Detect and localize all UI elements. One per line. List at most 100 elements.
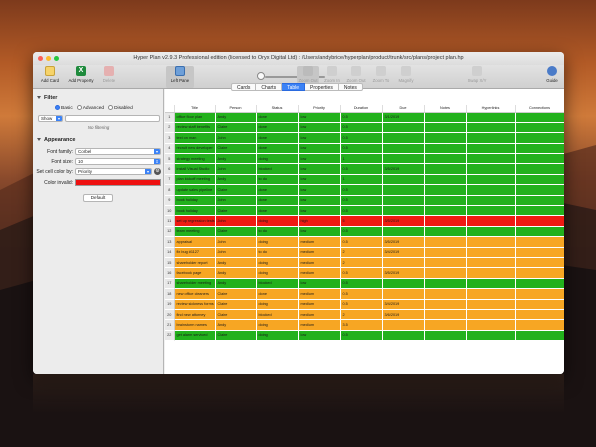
cell-due[interactable] <box>382 288 425 300</box>
cell-connections[interactable] <box>515 299 564 310</box>
cell-due[interactable] <box>382 122 425 134</box>
default-button[interactable]: Default <box>83 194 113 202</box>
table-row[interactable]: 11 set up regression tests John doing high 5 3… <box>165 215 564 227</box>
cell-hyperlinks[interactable] <box>466 174 516 186</box>
cell-status[interactable]: doing <box>256 257 299 269</box>
cell-hyperlinks[interactable] <box>466 153 516 165</box>
cell-notes[interactable] <box>424 226 467 238</box>
close-window-button[interactable] <box>38 56 43 61</box>
cell-status[interactable]: doing <box>256 267 299 279</box>
cell-person[interactable]: Andy <box>215 278 257 290</box>
zoom-out-alt-button[interactable]: Zoom Out <box>344 66 368 83</box>
cell-priority[interactable]: low <box>298 174 341 186</box>
cell-title[interactable]: text on man <box>174 132 216 144</box>
cell-status[interactable]: to do <box>256 174 299 186</box>
cell-connections[interactable] <box>515 267 564 279</box>
cell-hyperlinks[interactable] <box>466 247 516 258</box>
cell-notes[interactable] <box>424 205 467 217</box>
cell-duration[interactable]: 1 <box>340 174 383 186</box>
cell-title[interactable]: new office cleaners <box>174 288 216 300</box>
cell-person[interactable]: Claire <box>215 288 257 300</box>
cell-hyperlinks[interactable] <box>466 257 516 269</box>
cell-status[interactable]: done <box>256 112 299 123</box>
filter-show-select[interactable]: Show ▾ <box>38 115 63 122</box>
cell-notes[interactable] <box>424 288 467 300</box>
magnify-button[interactable]: Magnify <box>395 66 417 83</box>
zoom-window-button[interactable] <box>54 56 59 61</box>
cell-title[interactable]: book holiday <box>174 205 216 217</box>
cell-status[interactable]: done <box>256 195 299 207</box>
table-row[interactable]: 20 find new attorney Claire blocked medium 2 3… <box>165 309 564 321</box>
cell-person[interactable]: John <box>215 215 257 227</box>
filter-mode-advanced[interactable]: Advanced <box>76 105 104 111</box>
cell-notes[interactable] <box>424 163 467 175</box>
cell-due[interactable] <box>382 278 425 290</box>
filter-text-input[interactable] <box>65 115 160 122</box>
cell-hyperlinks[interactable] <box>466 112 516 123</box>
tab-properties[interactable]: Properties <box>305 83 339 91</box>
cell-priority[interactable]: medium <box>298 319 341 331</box>
cell-notes[interactable] <box>424 215 467 227</box>
cell-duration[interactable]: 2 <box>340 309 383 321</box>
guide-button[interactable]: Guide <box>542 66 562 83</box>
cell-title[interactable]: team meeting <box>174 226 216 238</box>
cell-person[interactable]: Claire <box>215 122 257 134</box>
minimize-window-button[interactable] <box>46 56 51 61</box>
filter-mode-disabled[interactable]: Disabled <box>108 105 133 111</box>
cell-notes[interactable] <box>424 257 467 269</box>
cell-due[interactable]: 3/5/2019 <box>382 163 425 175</box>
cell-priority[interactable]: low <box>298 112 341 123</box>
cell-duration[interactable]: 0.5 <box>340 122 383 134</box>
tab-cards[interactable]: Cards <box>231 83 257 91</box>
column-header[interactable]: Duration <box>340 105 383 113</box>
cell-title[interactable]: fix bug #1127 <box>174 247 216 258</box>
cell-person[interactable]: Claire <box>215 143 257 155</box>
cell-duration[interactable]: 0.5 <box>340 143 383 155</box>
cell-duration[interactable]: 0.5 <box>340 163 383 175</box>
cell-priority[interactable]: low <box>298 195 341 207</box>
cell-person[interactable]: Claire <box>215 309 257 321</box>
cell-status[interactable]: done <box>256 132 299 144</box>
cell-connections[interactable] <box>515 163 564 175</box>
cell-due[interactable]: 3/4/2019 <box>382 247 425 258</box>
cell-due[interactable] <box>382 195 425 207</box>
left-pane-button[interactable]: Left Pane <box>166 66 194 88</box>
cell-hyperlinks[interactable] <box>466 215 516 227</box>
cell-priority[interactable]: medium <box>298 247 341 258</box>
cell-connections[interactable] <box>515 215 564 227</box>
cell-notes[interactable] <box>424 174 467 186</box>
cell-status[interactable]: doing <box>256 153 299 165</box>
cell-connections[interactable] <box>515 319 564 331</box>
cell-connections[interactable] <box>515 247 564 258</box>
cell-priority[interactable]: low <box>298 143 341 155</box>
cell-priority[interactable]: low <box>298 330 341 342</box>
cell-title[interactable]: brainstorm names <box>174 319 216 331</box>
cell-hyperlinks[interactable] <box>466 184 516 196</box>
cell-connections[interactable] <box>515 112 564 123</box>
cell-duration[interactable]: 1 <box>340 153 383 165</box>
cell-due[interactable] <box>382 184 425 196</box>
cell-connections[interactable] <box>515 143 564 155</box>
zoom-to-button[interactable]: Zoom To <box>370 66 392 83</box>
table-row[interactable]: 3 text on man John done low 0.5 <box>165 132 564 144</box>
cell-person[interactable]: Claire <box>215 226 257 238</box>
cell-due[interactable] <box>382 132 425 144</box>
cell-title[interactable]: strategy meeting <box>174 153 216 165</box>
gear-icon[interactable]: ⚙ <box>154 168 161 175</box>
cell-hyperlinks[interactable] <box>466 309 516 321</box>
table-row[interactable]: 17 shareholder meeting Andy blocked low 0.5 <box>165 278 564 290</box>
font-family-select[interactable]: Corbel ▾ <box>75 148 161 155</box>
table-row[interactable]: 5 strategy meeting Andy doing low 1 <box>165 153 564 165</box>
cell-connections[interactable] <box>515 226 564 238</box>
cell-notes[interactable] <box>424 267 467 279</box>
add-card-button[interactable]: Add Card <box>37 66 63 83</box>
cell-hyperlinks[interactable] <box>466 163 516 175</box>
cell-title[interactable]: facebook page <box>174 267 216 279</box>
cell-title[interactable]: find new attorney <box>174 309 216 321</box>
cell-title[interactable]: shareholder report <box>174 257 216 269</box>
cell-hyperlinks[interactable] <box>466 319 516 331</box>
cell-due[interactable] <box>382 174 425 186</box>
cell-due[interactable]: 3/5/2019 <box>382 267 425 279</box>
cell-priority[interactable]: medium <box>298 299 341 310</box>
cell-connections[interactable] <box>515 236 564 248</box>
